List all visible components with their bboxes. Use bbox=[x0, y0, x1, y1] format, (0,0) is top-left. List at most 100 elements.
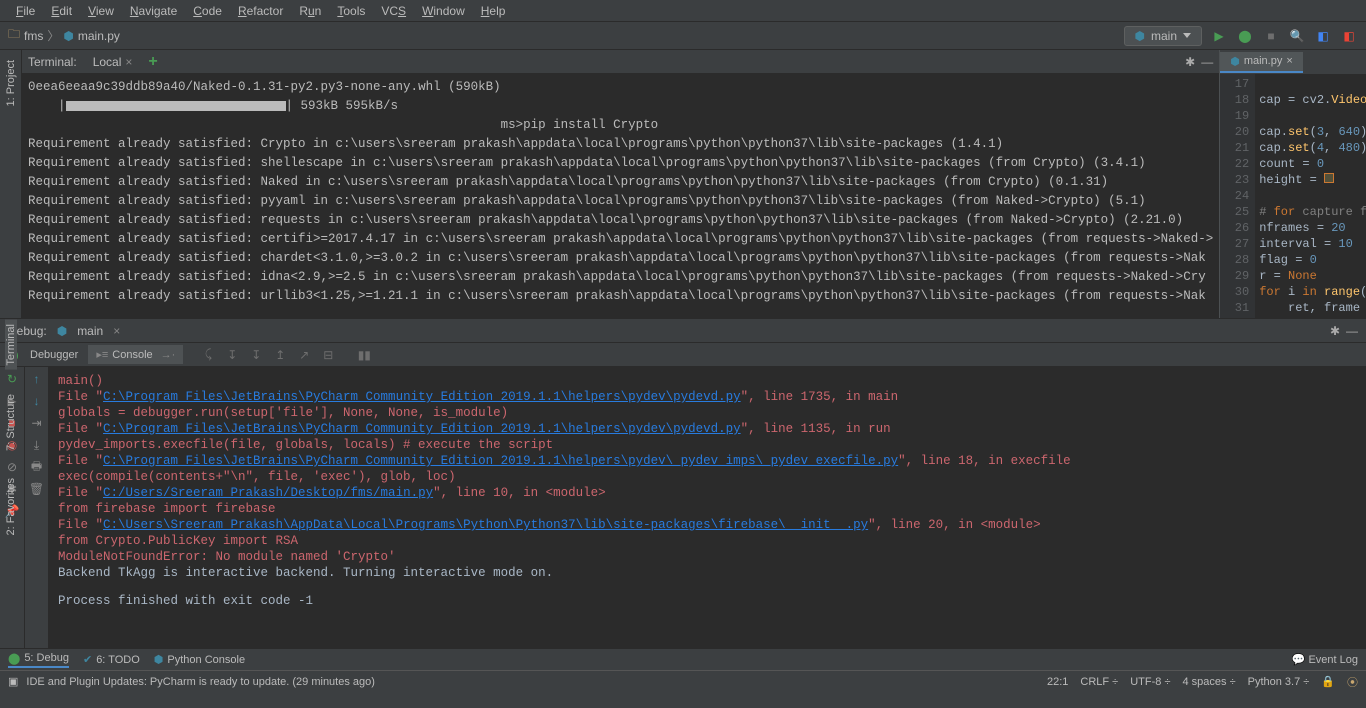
sidebar-favorites[interactable]: 2: Favorites bbox=[5, 474, 17, 539]
menu-run[interactable]: Run bbox=[291, 2, 329, 20]
menu-window[interactable]: Window bbox=[414, 2, 473, 20]
menu-vcs[interactable]: VCS bbox=[373, 2, 414, 20]
breadcrumb: 🗀 fms 〉 ⬢ main.py bbox=[8, 25, 120, 46]
bottom-pyconsole[interactable]: ⬢ Python Console bbox=[154, 653, 245, 666]
up-icon[interactable]: ↑ bbox=[29, 371, 45, 387]
run-button[interactable]: ▶ bbox=[1210, 27, 1228, 45]
debug-button[interactable]: ⬤ bbox=[1236, 27, 1254, 45]
ext-icon-2[interactable]: ◧ bbox=[1340, 27, 1358, 45]
sidebar-structure[interactable]: 7: Structure bbox=[5, 390, 17, 455]
run-config-selector[interactable]: ⬢ main bbox=[1124, 26, 1203, 46]
indent[interactable]: 4 spaces ÷ bbox=[1182, 676, 1235, 688]
console-tab[interactable]: ▸≡Console→· bbox=[88, 345, 183, 364]
close-icon[interactable]: × bbox=[113, 324, 120, 338]
bottom-pyconsole-label: Python Console bbox=[167, 654, 245, 666]
console-output[interactable]: main() File "C:\Program Files\JetBrains\… bbox=[48, 367, 1366, 648]
wrap-icon[interactable]: ⇥ bbox=[29, 415, 45, 431]
line-separator[interactable]: CRLF ÷ bbox=[1080, 676, 1118, 688]
minimize-icon[interactable]: — bbox=[1346, 324, 1358, 338]
gear-icon[interactable]: ✱ bbox=[1185, 55, 1195, 69]
toolbar: 🗀 fms 〉 ⬢ main.py ⬢ main ▶ ⬤ ■ 🔍 ◧ ◧ bbox=[0, 22, 1366, 50]
event-log-label: Event Log bbox=[1308, 654, 1358, 666]
clear-icon[interactable]: 🗑 bbox=[29, 481, 45, 497]
bottom-bar: ⬤ 5: Debug ✔ 6: TODO ⬢ Python Console 💬 … bbox=[0, 648, 1366, 670]
close-icon[interactable]: × bbox=[125, 55, 132, 69]
python-label: Python 3.7 bbox=[1248, 676, 1301, 688]
bottom-todo[interactable]: ✔ 6: TODO bbox=[83, 653, 140, 666]
chevron-icon: 〉 bbox=[47, 27, 59, 44]
indent-label: 4 spaces bbox=[1182, 676, 1226, 688]
sidebar-project[interactable]: 1: Project bbox=[5, 60, 17, 106]
step-over-icon[interactable]: ⤹ bbox=[197, 344, 219, 366]
ext-icon-1[interactable]: ◧ bbox=[1314, 27, 1332, 45]
line-numbers: 17 18 19 20 21 22 23 24 25 26 27 28 29 3… bbox=[1220, 74, 1255, 318]
editor-tab-main[interactable]: ⬢ main.py × bbox=[1220, 52, 1303, 73]
debug-panel: Debug: ⬢ main × ✱ — ⬤ Debugger ▸≡Console… bbox=[0, 318, 1366, 648]
status-message: IDE and Plugin Updates: PyCharm is ready… bbox=[26, 676, 375, 688]
sidebar-terminal[interactable]: Terminal bbox=[5, 320, 17, 370]
python-file-icon: ⬢ bbox=[1230, 55, 1240, 68]
menubar: File Edit View Navigate Code Refactor Ru… bbox=[0, 0, 1366, 22]
editor-panel: ⬢ main.py × 17 18 19 20 21 22 23 24 25 2… bbox=[1219, 50, 1366, 318]
editor-tab-label: main.py bbox=[1244, 55, 1283, 67]
console-toolbar: ↑ ↓ ⇥ ⤓ 🖶 🗑 bbox=[24, 367, 48, 648]
pin-icon[interactable]: →· bbox=[161, 349, 176, 361]
terminal-title: Terminal: bbox=[28, 55, 77, 69]
terminal-tab-label: Local bbox=[93, 55, 122, 69]
minimize-icon[interactable]: — bbox=[1201, 55, 1213, 69]
menu-view[interactable]: View bbox=[80, 2, 122, 20]
bottom-debug-label: 5: Debug bbox=[24, 652, 69, 664]
terminal-output[interactable]: 0eea6eeaa9c39ddb89a40/Naked-0.1.31-py2.p… bbox=[22, 74, 1219, 318]
menu-edit[interactable]: Edit bbox=[43, 2, 80, 20]
evaluate-icon[interactable]: ⊟ bbox=[317, 344, 339, 366]
event-log[interactable]: 💬 Event Log bbox=[1292, 654, 1358, 666]
menu-code[interactable]: Code bbox=[185, 2, 230, 20]
encoding[interactable]: UTF-8 ÷ bbox=[1130, 676, 1170, 688]
scroll-icon[interactable]: ⤓ bbox=[29, 437, 45, 453]
interpreter[interactable]: Python 3.7 ÷ bbox=[1248, 676, 1310, 688]
terminal-panel: Terminal: Local × + ✱ — 0eea6eeaa9c39ddb… bbox=[22, 50, 1219, 318]
debugger-tab-label: Debugger bbox=[30, 349, 78, 361]
step-into-my-icon[interactable]: ↧ bbox=[245, 344, 267, 366]
menu-help[interactable]: Help bbox=[473, 2, 514, 20]
stop-button[interactable]: ■ bbox=[1262, 27, 1280, 45]
down-icon[interactable]: ↓ bbox=[29, 393, 45, 409]
python-icon: ⬢ bbox=[154, 653, 164, 666]
resume-icon[interactable]: ▮▮ bbox=[353, 344, 375, 366]
debug-config-name: main bbox=[77, 324, 103, 338]
crlf-label: CRLF bbox=[1080, 676, 1109, 688]
print-icon[interactable]: 🖶 bbox=[29, 459, 45, 475]
terminal-tab-local[interactable]: Local × bbox=[87, 53, 139, 71]
event-log-icon: 💬 bbox=[1292, 654, 1306, 666]
step-into-icon[interactable]: ↧ bbox=[221, 344, 243, 366]
todo-icon: ✔ bbox=[83, 653, 92, 666]
enc-label: UTF-8 bbox=[1130, 676, 1161, 688]
gear-icon[interactable]: ✱ bbox=[1330, 324, 1340, 338]
python-icon: ⬢ bbox=[57, 324, 67, 338]
close-icon[interactable]: × bbox=[1286, 55, 1292, 67]
menu-file[interactable]: File bbox=[8, 2, 43, 20]
cursor-position[interactable]: 22:1 bbox=[1047, 676, 1068, 688]
bug-icon: ⬤ bbox=[8, 652, 20, 665]
run-config-name: main bbox=[1151, 29, 1177, 43]
step-out-icon[interactable]: ↥ bbox=[269, 344, 291, 366]
lock-icon[interactable]: 🔒 bbox=[1321, 675, 1335, 688]
menu-tools[interactable]: Tools bbox=[329, 2, 373, 20]
toolbar-right: ⬢ main ▶ ⬤ ■ 🔍 ◧ ◧ bbox=[1124, 26, 1359, 46]
bottom-debug[interactable]: ⬤ 5: Debug bbox=[8, 652, 69, 668]
menu-navigate[interactable]: Navigate bbox=[122, 2, 185, 20]
python-file-icon: ⬢ bbox=[63, 29, 73, 43]
python-icon: ⬢ bbox=[1135, 29, 1145, 43]
new-terminal-button[interactable]: + bbox=[148, 53, 157, 71]
search-button[interactable]: 🔍 bbox=[1288, 27, 1306, 45]
code-editor[interactable]: cap = cv2.VideoCaptur cap.set(3, 640) ca… bbox=[1255, 74, 1366, 318]
menu-refactor[interactable]: Refactor bbox=[230, 2, 291, 20]
goto-icon[interactable]: ⦿ bbox=[1347, 674, 1358, 690]
folder-icon: 🗀 bbox=[8, 25, 20, 46]
run-to-cursor-icon[interactable]: ↗ bbox=[293, 344, 315, 366]
breadcrumb-folder[interactable]: fms bbox=[24, 29, 43, 43]
breadcrumb-file[interactable]: main.py bbox=[78, 29, 120, 43]
console-icon: ▸≡ bbox=[96, 348, 108, 361]
debugger-tab[interactable]: Debugger bbox=[22, 346, 86, 364]
tool-window-icon[interactable]: ▣ bbox=[8, 675, 18, 688]
